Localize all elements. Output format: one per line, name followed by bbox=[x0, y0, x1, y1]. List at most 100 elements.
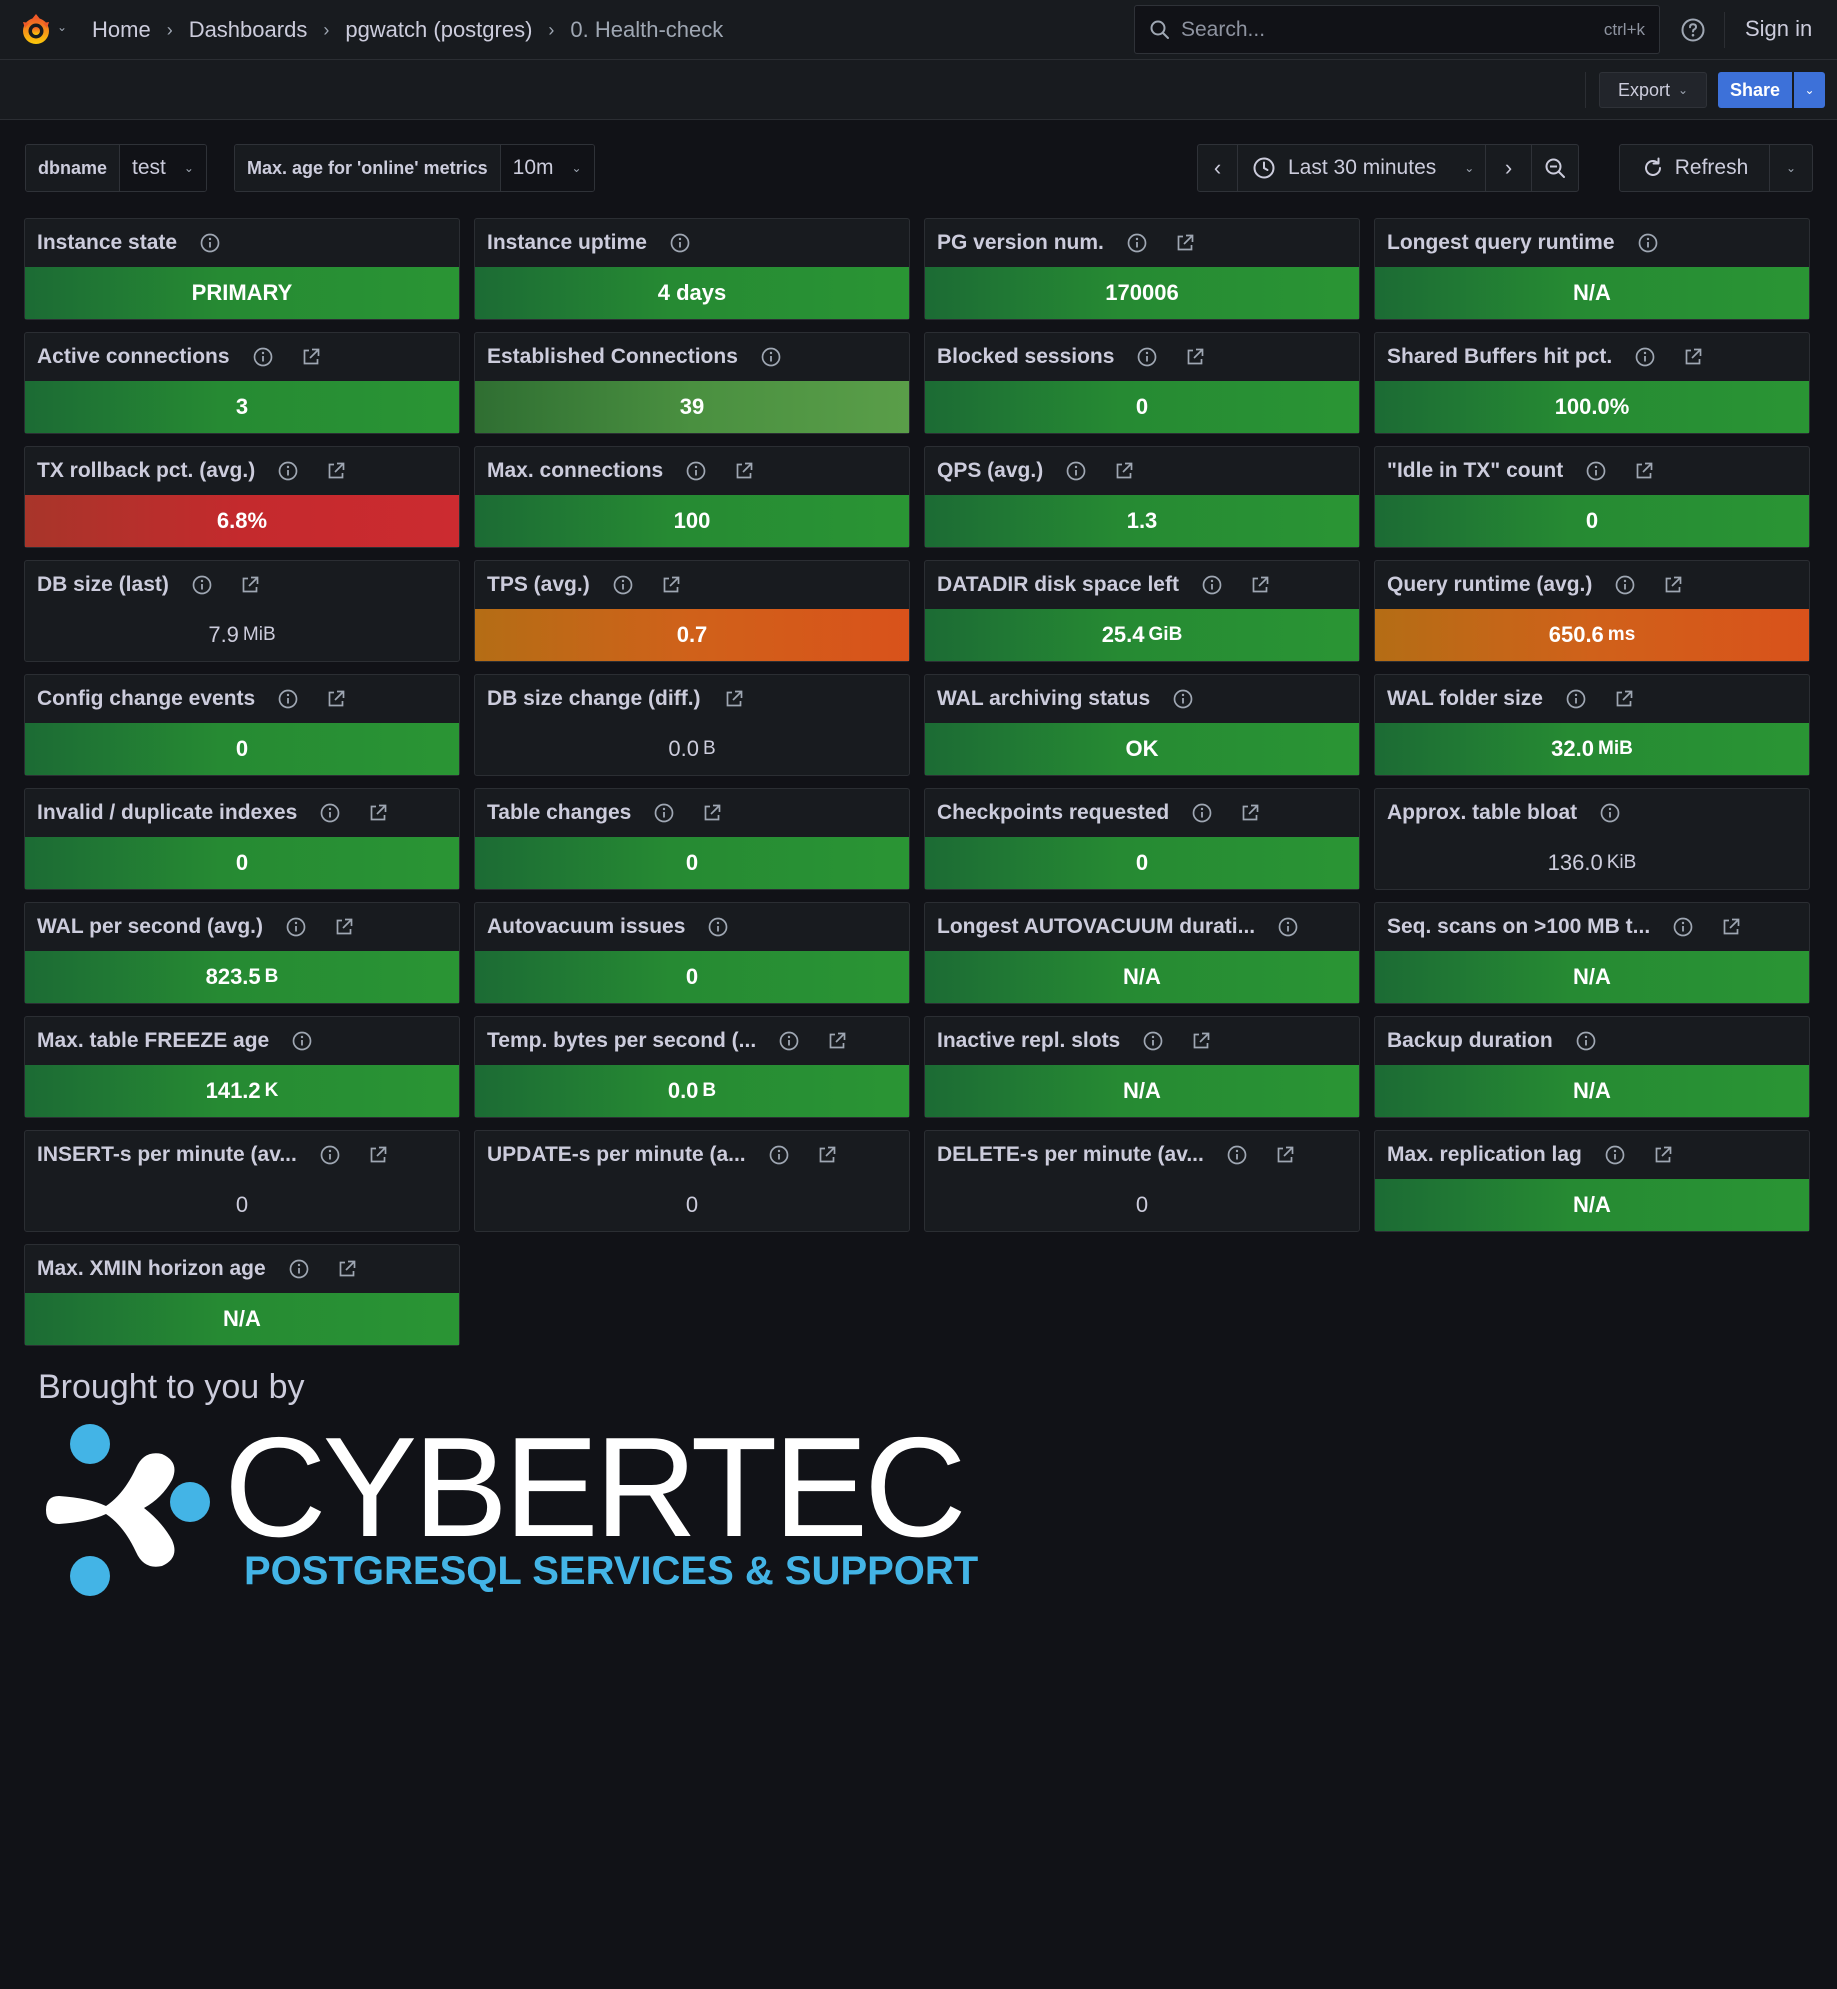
stat-panel[interactable]: INSERT-s per minute (av... 0 bbox=[24, 1130, 460, 1232]
external-link-icon[interactable] bbox=[1239, 802, 1261, 824]
info-icon[interactable] bbox=[285, 916, 307, 938]
external-link-icon[interactable] bbox=[325, 460, 347, 482]
external-link-icon[interactable] bbox=[1720, 916, 1742, 938]
stat-panel[interactable]: Blocked sessions 0 bbox=[924, 332, 1360, 434]
info-icon[interactable] bbox=[1575, 1030, 1597, 1052]
stat-panel[interactable]: Backup duration N/A bbox=[1374, 1016, 1810, 1118]
external-link-icon[interactable] bbox=[1184, 346, 1206, 368]
external-link-icon[interactable] bbox=[723, 688, 745, 710]
stat-panel[interactable]: "Idle in TX" count 0 bbox=[1374, 446, 1810, 548]
info-icon[interactable] bbox=[1565, 688, 1587, 710]
info-icon[interactable] bbox=[291, 1030, 313, 1052]
stat-panel[interactable]: UPDATE-s per minute (a... 0 bbox=[474, 1130, 910, 1232]
info-icon[interactable] bbox=[1585, 460, 1607, 482]
stat-panel[interactable]: DATADIR disk space left 25.4 GiB bbox=[924, 560, 1360, 662]
external-link-icon[interactable] bbox=[333, 916, 355, 938]
info-icon[interactable] bbox=[1191, 802, 1213, 824]
stat-panel[interactable]: Longest query runtime N/A bbox=[1374, 218, 1810, 320]
external-link-icon[interactable] bbox=[336, 1258, 358, 1280]
info-icon[interactable] bbox=[1172, 688, 1194, 710]
variable-dbname-select[interactable]: test ⌄ bbox=[120, 145, 206, 191]
external-link-icon[interactable] bbox=[1633, 460, 1655, 482]
external-link-icon[interactable] bbox=[1682, 346, 1704, 368]
external-link-icon[interactable] bbox=[1662, 574, 1684, 596]
stat-panel[interactable]: DELETE-s per minute (av... 0 bbox=[924, 1130, 1360, 1232]
zoom-out-button[interactable] bbox=[1532, 145, 1578, 191]
stat-panel[interactable]: Config change events 0 bbox=[24, 674, 460, 776]
external-link-icon[interactable] bbox=[1174, 232, 1196, 254]
external-link-icon[interactable] bbox=[1190, 1030, 1212, 1052]
info-icon[interactable] bbox=[191, 574, 213, 596]
info-icon[interactable] bbox=[319, 1144, 341, 1166]
info-icon[interactable] bbox=[1604, 1144, 1626, 1166]
stat-panel[interactable]: Checkpoints requested 0 bbox=[924, 788, 1360, 890]
stat-panel[interactable]: DB size change (diff.) 0.0 B bbox=[474, 674, 910, 776]
stat-panel[interactable]: WAL folder size 32.0 MiB bbox=[1374, 674, 1810, 776]
grafana-logo-icon[interactable] bbox=[16, 10, 56, 50]
stat-panel[interactable]: Shared Buffers hit pct. 100.0% bbox=[1374, 332, 1810, 434]
time-back-button[interactable]: ‹ bbox=[1198, 145, 1238, 191]
external-link-icon[interactable] bbox=[826, 1030, 848, 1052]
info-icon[interactable] bbox=[1277, 916, 1299, 938]
breadcrumb-dashboards[interactable]: Dashboards bbox=[189, 17, 308, 43]
info-icon[interactable] bbox=[319, 802, 341, 824]
info-icon[interactable] bbox=[778, 1030, 800, 1052]
info-icon[interactable] bbox=[199, 232, 221, 254]
external-link-icon[interactable] bbox=[1274, 1144, 1296, 1166]
external-link-icon[interactable] bbox=[1249, 574, 1271, 596]
info-icon[interactable] bbox=[669, 232, 691, 254]
stat-panel[interactable]: TX rollback pct. (avg.) 6.8% bbox=[24, 446, 460, 548]
stat-panel[interactable]: Max. replication lag N/A bbox=[1374, 1130, 1810, 1232]
info-icon[interactable] bbox=[1614, 574, 1636, 596]
breadcrumb-folder[interactable]: pgwatch (postgres) bbox=[345, 17, 532, 43]
chevron-down-icon[interactable]: ⌄ bbox=[57, 20, 67, 34]
stat-panel[interactable]: Inactive repl. slots N/A bbox=[924, 1016, 1360, 1118]
sign-in-link[interactable]: Sign in bbox=[1745, 16, 1812, 42]
info-icon[interactable] bbox=[1065, 460, 1087, 482]
info-icon[interactable] bbox=[1634, 346, 1656, 368]
stat-panel[interactable]: Autovacuum issues 0 bbox=[474, 902, 910, 1004]
stat-panel[interactable]: Approx. table bloat 136.0 KiB bbox=[1374, 788, 1810, 890]
external-link-icon[interactable] bbox=[1613, 688, 1635, 710]
refresh-button[interactable]: Refresh bbox=[1620, 145, 1770, 191]
info-icon[interactable] bbox=[252, 346, 274, 368]
info-icon[interactable] bbox=[1226, 1144, 1248, 1166]
info-icon[interactable] bbox=[653, 802, 675, 824]
stat-panel[interactable]: Seq. scans on >100 MB t... N/A bbox=[1374, 902, 1810, 1004]
share-menu-chevron-icon[interactable]: ⌄ bbox=[1794, 72, 1825, 108]
external-link-icon[interactable] bbox=[367, 1144, 389, 1166]
stat-panel[interactable]: Max. table FREEZE age 141.2 K bbox=[24, 1016, 460, 1118]
stat-panel[interactable]: Max. XMIN horizon age N/A bbox=[24, 1244, 460, 1346]
stat-panel[interactable]: Table changes 0 bbox=[474, 788, 910, 890]
external-link-icon[interactable] bbox=[300, 346, 322, 368]
info-icon[interactable] bbox=[685, 460, 707, 482]
stat-panel[interactable]: Instance state PRIMARY bbox=[24, 218, 460, 320]
info-icon[interactable] bbox=[1142, 1030, 1164, 1052]
external-link-icon[interactable] bbox=[701, 802, 723, 824]
external-link-icon[interactable] bbox=[660, 574, 682, 596]
info-icon[interactable] bbox=[1637, 232, 1659, 254]
info-icon[interactable] bbox=[288, 1258, 310, 1280]
stat-panel[interactable]: Instance uptime 4 days bbox=[474, 218, 910, 320]
export-button[interactable]: Export ⌄ bbox=[1599, 72, 1707, 108]
info-icon[interactable] bbox=[1136, 346, 1158, 368]
info-icon[interactable] bbox=[1599, 802, 1621, 824]
time-range-picker[interactable]: Last 30 minutes ⌄ bbox=[1238, 145, 1486, 191]
stat-panel[interactable]: Max. connections 100 bbox=[474, 446, 910, 548]
time-forward-button[interactable]: › bbox=[1486, 145, 1532, 191]
stat-panel[interactable]: Query runtime (avg.) 650.6 ms bbox=[1374, 560, 1810, 662]
info-icon[interactable] bbox=[612, 574, 634, 596]
external-link-icon[interactable] bbox=[816, 1144, 838, 1166]
breadcrumb-home[interactable]: Home bbox=[92, 17, 151, 43]
external-link-icon[interactable] bbox=[239, 574, 261, 596]
stat-panel[interactable]: WAL archiving status OK bbox=[924, 674, 1360, 776]
info-icon[interactable] bbox=[760, 346, 782, 368]
info-icon[interactable] bbox=[1126, 232, 1148, 254]
external-link-icon[interactable] bbox=[325, 688, 347, 710]
stat-panel[interactable]: Temp. bytes per second (... 0.0 B bbox=[474, 1016, 910, 1118]
info-icon[interactable] bbox=[1672, 916, 1694, 938]
variable-max-age-select[interactable]: 10m ⌄ bbox=[500, 145, 594, 191]
external-link-icon[interactable] bbox=[733, 460, 755, 482]
info-icon[interactable] bbox=[768, 1144, 790, 1166]
stat-panel[interactable]: WAL per second (avg.) 823.5 B bbox=[24, 902, 460, 1004]
